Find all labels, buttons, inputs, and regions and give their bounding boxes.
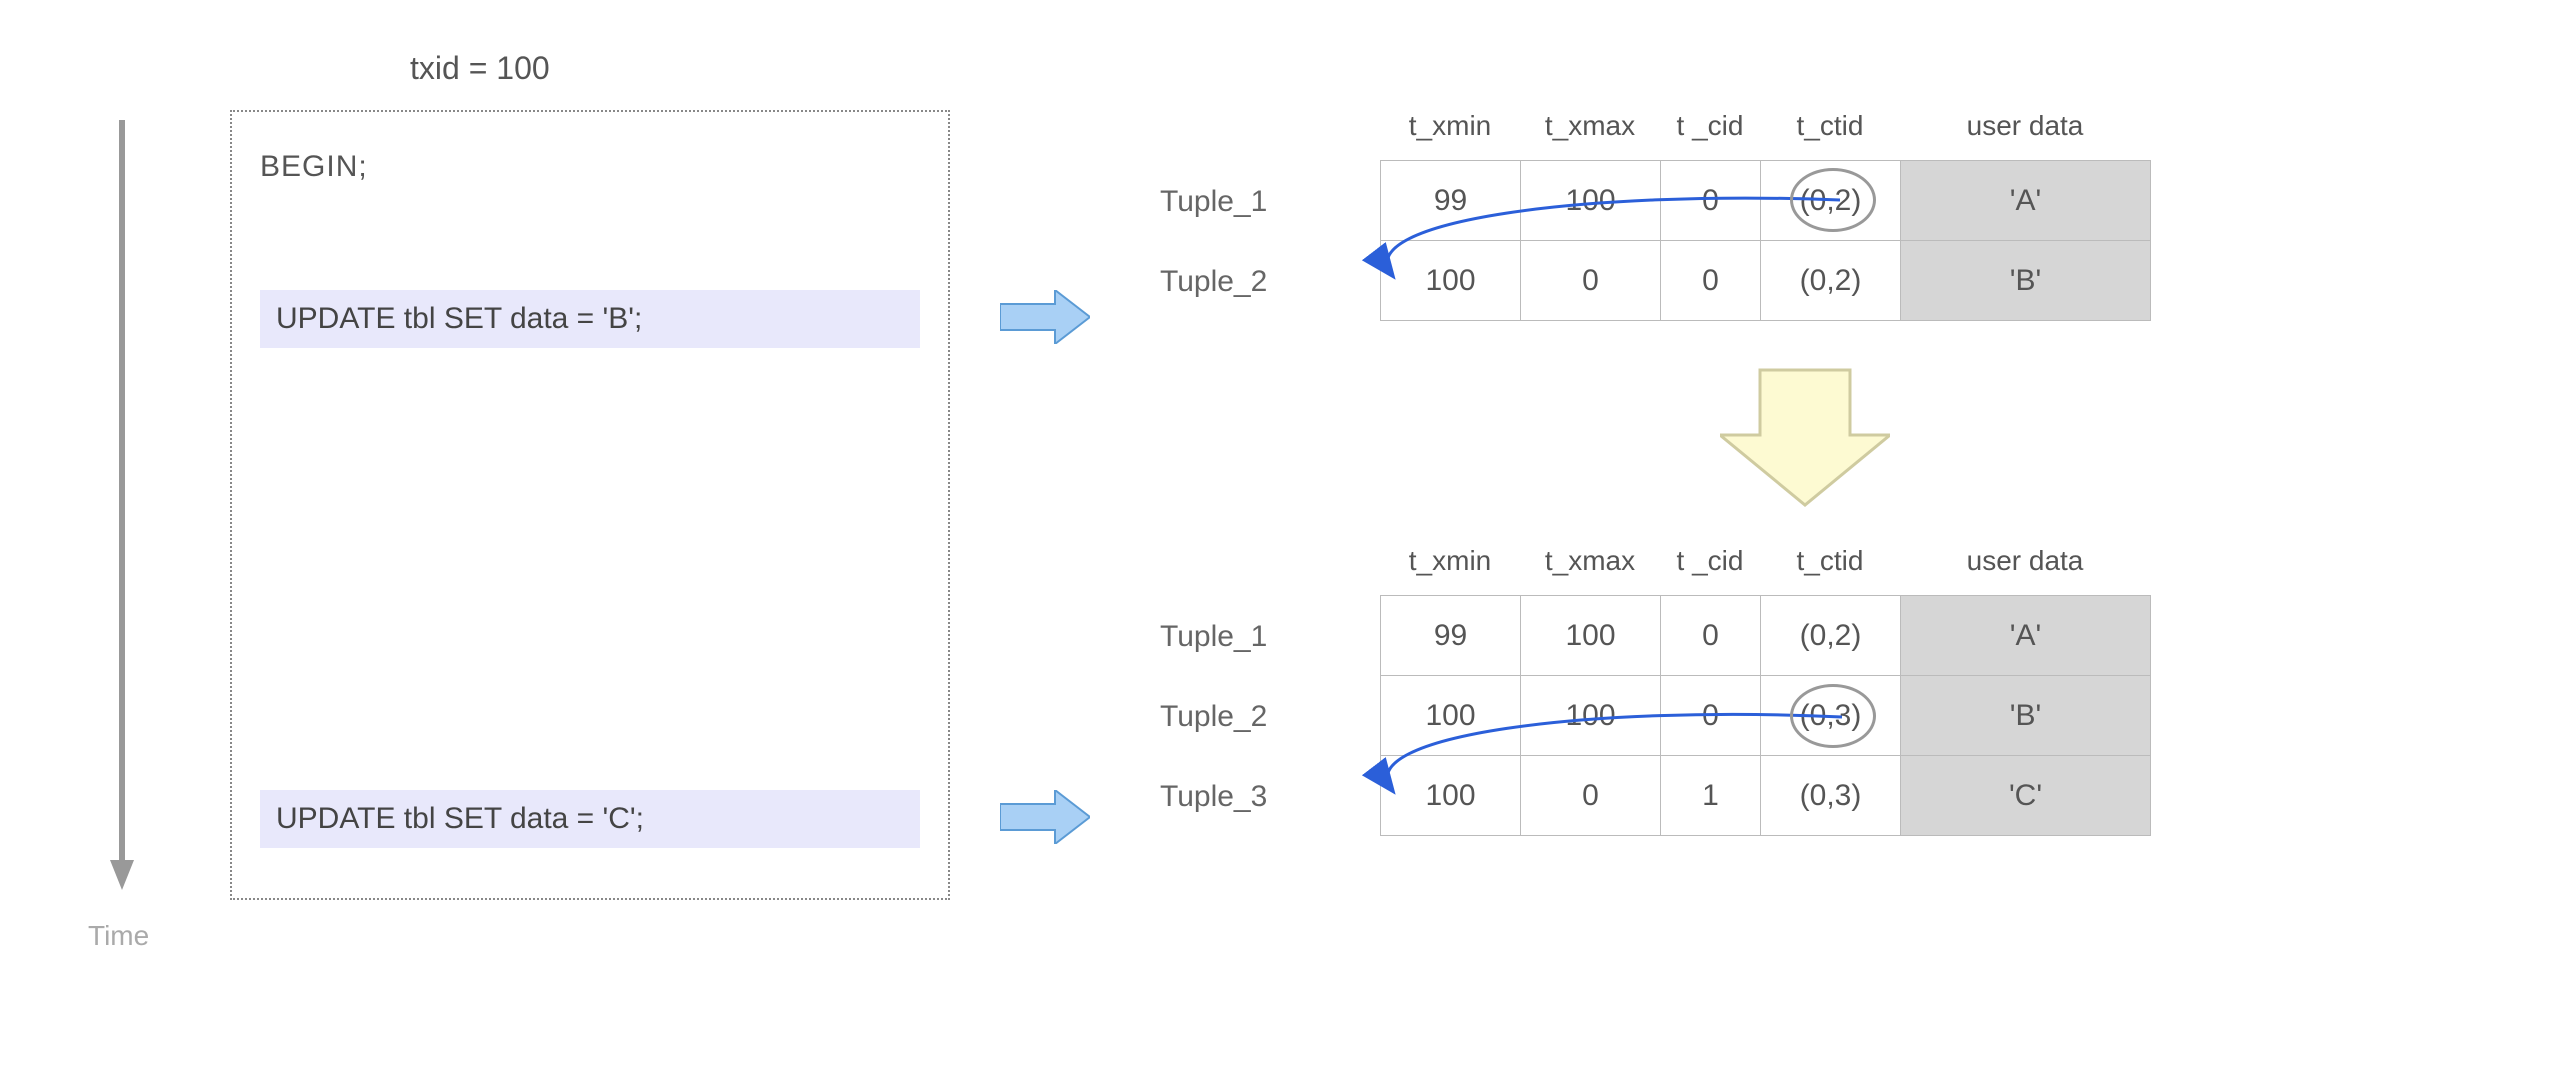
tuple-label: Tuple_2 — [1160, 265, 1267, 299]
header-ctid: t_ctid — [1760, 110, 1900, 142]
table-cell: 0 — [1521, 756, 1661, 836]
begin-statement: BEGIN; — [260, 150, 368, 184]
table-row: 1001000(0,3)'B' — [1381, 676, 2151, 756]
table-cell: (0,3) — [1761, 676, 1901, 756]
table-cell: 0 — [1521, 241, 1661, 321]
txid-label: txid = 100 — [410, 50, 550, 87]
tuple-label: Tuple_1 — [1160, 185, 1267, 219]
tuple-label: Tuple_3 — [1160, 780, 1267, 814]
table-cell: 100 — [1381, 676, 1521, 756]
table-cell: 'C' — [1901, 756, 2151, 836]
table-row: 10000(0,2)'B' — [1381, 241, 2151, 321]
table-cell: 100 — [1521, 161, 1661, 241]
table-row: 10001(0,3)'C' — [1381, 756, 2151, 836]
table-cell: 100 — [1521, 596, 1661, 676]
table-cell: 0 — [1661, 161, 1761, 241]
table-cell: 100 — [1381, 756, 1521, 836]
table-cell: 1 — [1661, 756, 1761, 836]
table-cell: 100 — [1521, 676, 1661, 756]
table-cell: 'B' — [1901, 676, 2151, 756]
header-ctid: t_ctid — [1760, 545, 1900, 577]
table-row: 991000(0,2)'A' — [1381, 161, 2151, 241]
table-cell: 99 — [1381, 161, 1521, 241]
flow-arrow-2 — [1000, 790, 1090, 844]
time-label: Time — [88, 920, 149, 952]
update-statement-2: UPDATE tbl SET data = 'C'; — [260, 790, 920, 848]
table-cell: 0 — [1661, 596, 1761, 676]
table-cell: 'A' — [1901, 161, 2151, 241]
table-cell: (0,2) — [1761, 161, 1901, 241]
table-headers: t_xmin t_xmax t _cid t_ctid user data — [1380, 110, 2150, 142]
table-cell: 'A' — [1901, 596, 2151, 676]
table-row: 991000(0,2)'A' — [1381, 596, 2151, 676]
header-xmin: t_xmin — [1380, 110, 1520, 142]
tuple-label: Tuple_2 — [1160, 700, 1267, 734]
table-cell: (0,2) — [1761, 241, 1901, 321]
table-cell: 'B' — [1901, 241, 2151, 321]
header-xmin: t_xmin — [1380, 545, 1520, 577]
table-cell: 0 — [1661, 241, 1761, 321]
header-cid: t _cid — [1660, 545, 1760, 577]
tuple-table-1: t_xmin t_xmax t _cid t_ctid user data 99… — [1380, 160, 2151, 321]
transaction-box — [230, 110, 950, 900]
header-cid: t _cid — [1660, 110, 1760, 142]
tuple-table-2: t_xmin t_xmax t _cid t_ctid user data 99… — [1380, 595, 2151, 836]
table-cell: (0,3) — [1761, 756, 1901, 836]
update-statement-1: UPDATE tbl SET data = 'B'; — [260, 290, 920, 348]
tuple-label: Tuple_1 — [1160, 620, 1267, 654]
down-arrow-icon — [1720, 360, 1890, 517]
table-cell: 100 — [1381, 241, 1521, 321]
flow-arrow-1 — [1000, 290, 1090, 344]
table-cell: 99 — [1381, 596, 1521, 676]
timeline-arrow — [120, 120, 124, 870]
table-headers: t_xmin t_xmax t _cid t_ctid user data — [1380, 545, 2150, 577]
table-cell: (0,2) — [1761, 596, 1901, 676]
header-data: user data — [1900, 110, 2150, 142]
header-xmax: t_xmax — [1520, 110, 1660, 142]
header-xmax: t_xmax — [1520, 545, 1660, 577]
table-cell: 0 — [1661, 676, 1761, 756]
header-data: user data — [1900, 545, 2150, 577]
